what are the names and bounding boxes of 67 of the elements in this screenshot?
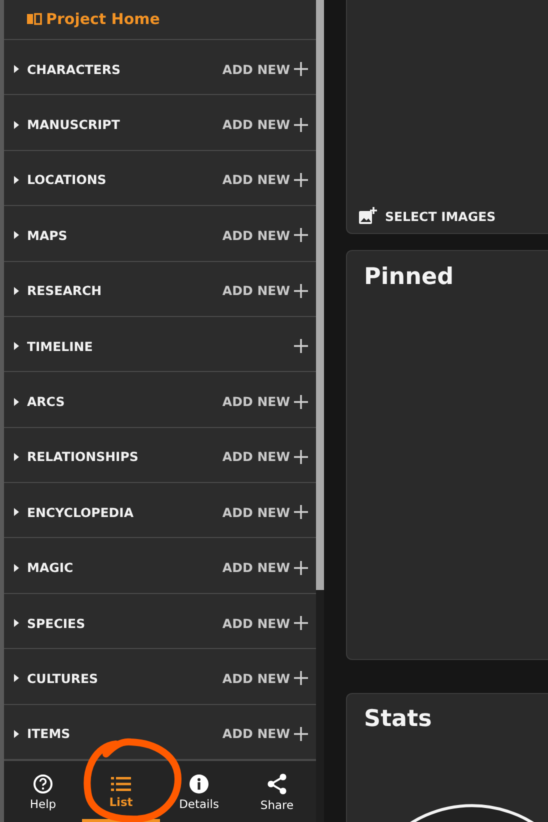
info-icon [189,774,209,794]
expand-arrow-icon [14,508,19,516]
section-toggle[interactable]: LOCATIONS [14,172,106,188]
help-tab[interactable]: Help [4,761,82,822]
add-new-button[interactable]: ADD NEW [222,283,308,298]
section-toggle[interactable]: CHARACTERS [14,62,120,77]
add-new-button[interactable]: ADD NEW [222,560,308,576]
section-toggle[interactable]: MANUSCRIPT [14,117,120,132]
add-new-button[interactable]: ADD NEW [222,172,308,188]
expand-arrow-icon [14,674,19,682]
help-icon [33,774,53,794]
scrollbar-thumb[interactable] [316,0,324,590]
section-toggle[interactable]: TIMELINE [14,338,93,354]
expand-arrow-icon [14,120,19,129]
add-new-button[interactable]: ADD NEW [222,394,308,409]
add-new-button[interactable] [294,339,308,354]
expand-arrow-icon [14,286,19,295]
add-new-button[interactable]: ADD NEW [222,117,308,132]
plus-icon [294,450,308,464]
details-tab[interactable]: Details [160,761,238,822]
expand-arrow-icon [14,452,19,461]
add-new-button[interactable]: ADD NEW [222,726,308,742]
plus-icon [294,62,308,76]
list-icon [111,776,131,792]
expand-arrow-icon [14,231,19,240]
add-new-button[interactable]: ADD NEW [222,62,308,77]
add-new-button[interactable]: ADD NEW [222,449,308,464]
book-icon [26,13,42,26]
plus-icon [294,339,308,354]
expand-arrow-icon [14,619,19,628]
plus-icon [294,284,308,298]
list-tab[interactable]: List [82,761,160,822]
expand-arrow-icon [14,176,19,184]
plus-icon [294,505,308,520]
section-toggle[interactable]: CULTURES [14,670,98,686]
plus-icon [294,671,308,686]
add-new-button[interactable]: ADD NEW [222,504,308,520]
plus-icon [294,228,308,242]
plus-icon [294,560,308,575]
expand-arrow-icon [14,65,19,74]
project-home-link[interactable]: Project Home [26,10,160,28]
section-toggle[interactable]: ITEMS [14,726,70,742]
add-new-button[interactable]: ADD NEW [222,670,308,686]
plus-icon [294,616,308,630]
expand-arrow-icon [14,730,19,738]
plus-icon [294,172,308,187]
add-new-button[interactable]: ADD NEW [222,228,308,243]
share-tab[interactable]: Share [238,761,316,822]
share-icon [267,772,287,795]
section-toggle[interactable]: MAPS [14,228,68,243]
card-title: Stats [364,706,432,732]
section-toggle[interactable]: MAGIC [14,560,74,576]
expand-arrow-icon [14,342,19,350]
add-new-button[interactable]: ADD NEW [222,616,308,631]
expand-arrow-icon [14,564,19,572]
section-toggle[interactable]: RESEARCH [14,283,102,298]
select-images-button[interactable]: SELECT IMAGES [359,207,496,225]
plus-icon [294,726,308,741]
plus-icon [294,118,308,132]
expand-arrow-icon [14,398,19,406]
plus-icon [294,394,308,408]
section-toggle[interactable]: SPECIES [14,616,86,631]
add-image-icon [359,207,377,225]
section-toggle[interactable]: ARCS [14,394,65,409]
section-toggle[interactable]: ENCYCLOPEDIA [14,504,134,520]
section-toggle[interactable]: RELATIONSHIPS [14,449,138,464]
card-title: Pinned [364,264,454,290]
